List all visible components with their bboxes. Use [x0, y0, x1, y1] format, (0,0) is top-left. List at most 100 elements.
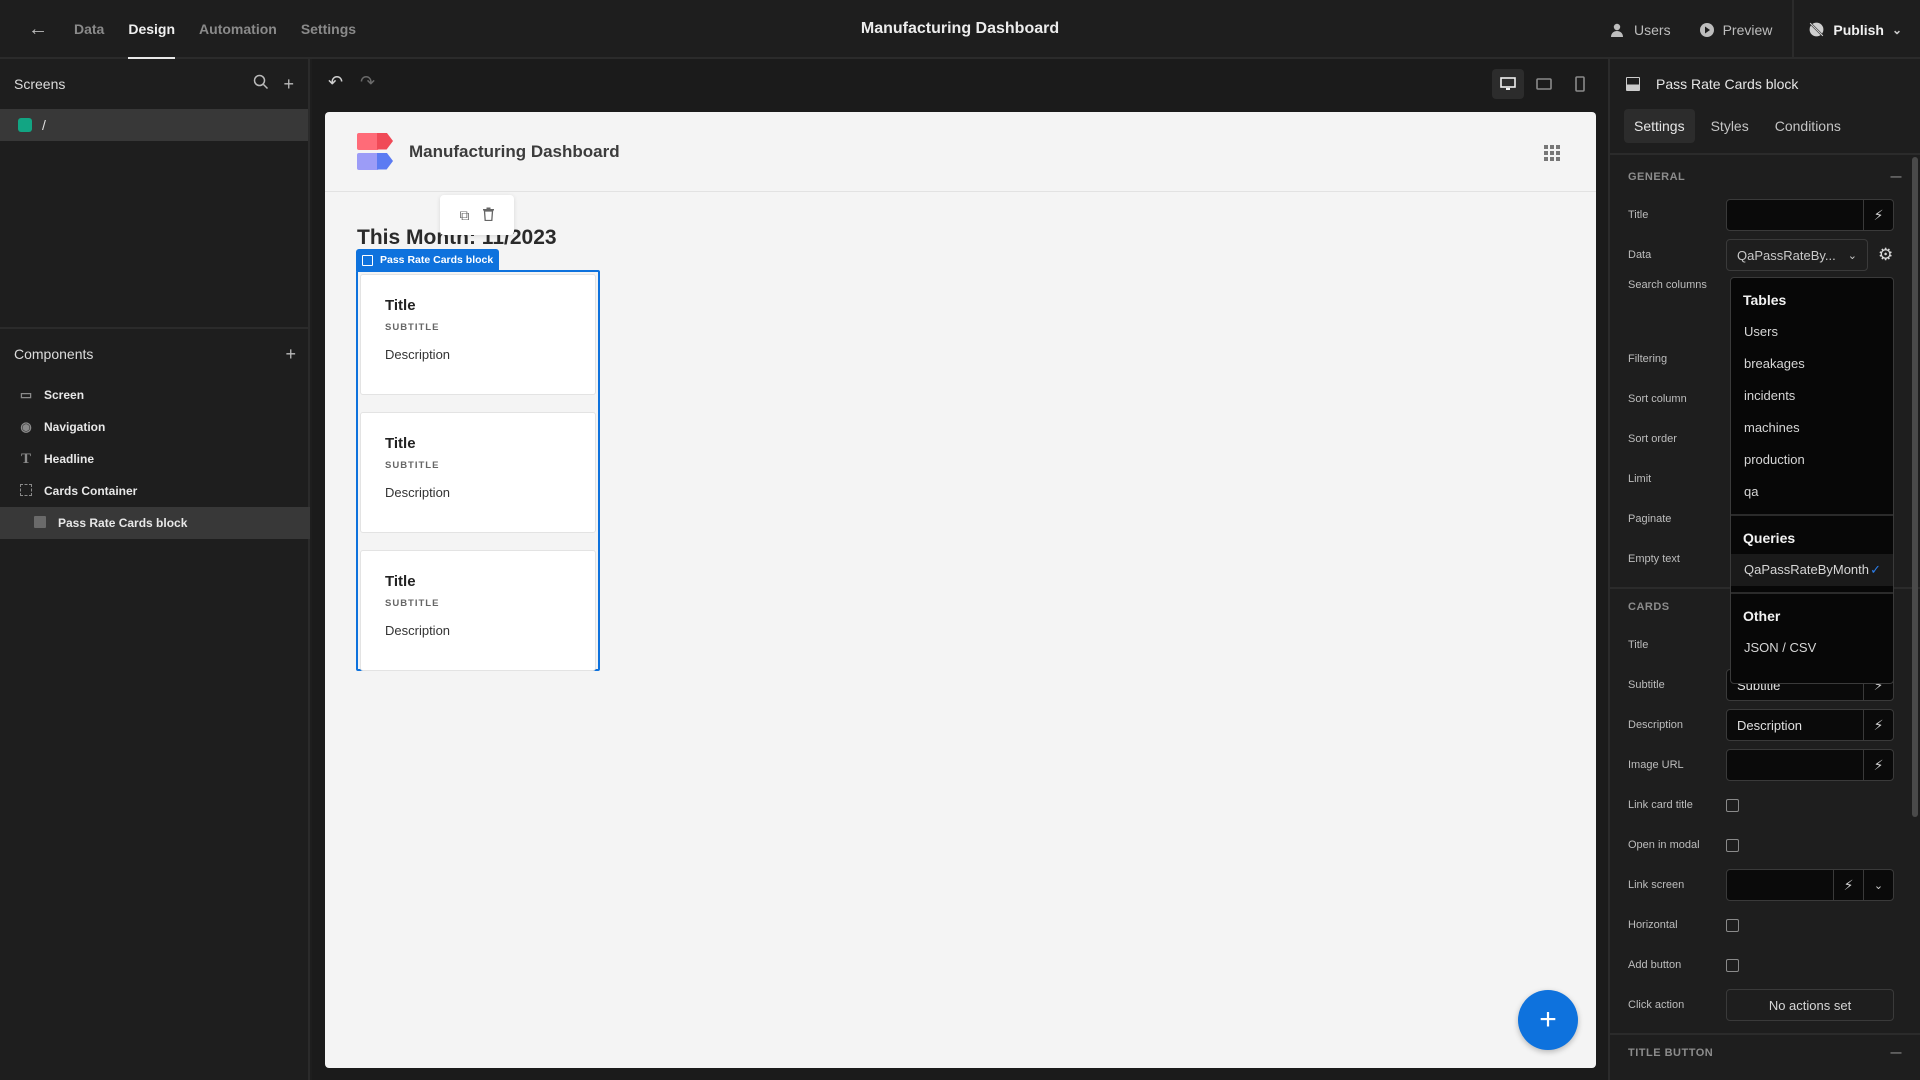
preview-label: Preview [1722, 21, 1773, 38]
card-subtitle: SUBTITLE [385, 460, 440, 471]
collapse-icon[interactable]: — [1891, 1047, 1903, 1059]
add-screen-icon[interactable]: + [283, 74, 294, 95]
title-input[interactable]: ⚡︎ [1726, 199, 1894, 231]
card[interactable]: Title SUBTITLE Description [360, 412, 596, 533]
eye-icon: ◉ [20, 419, 32, 434]
apps-grid-icon[interactable] [1544, 145, 1560, 161]
cards-block-icon [362, 254, 373, 266]
section-title: GENERAL [1628, 171, 1686, 183]
component-label: Pass Rate Cards block [58, 516, 188, 530]
tab-settings-panel[interactable]: Settings [1624, 109, 1695, 143]
component-label: Cards Container [44, 484, 138, 498]
component-label: Headline [44, 452, 95, 466]
users-button[interactable]: Users [1596, 22, 1685, 38]
binding-bolt-icon[interactable]: ⚡︎ [1833, 870, 1863, 900]
desktop-view-button[interactable] [1492, 69, 1524, 99]
device-switcher [1492, 69, 1596, 99]
card-description: Description [385, 347, 451, 362]
card[interactable]: Title SUBTITLE Description [360, 274, 596, 395]
mobile-view-button[interactable] [1564, 69, 1596, 99]
horizontal-setting: Horizontal [1610, 905, 1920, 945]
dropdown-option[interactable]: JSON / CSV [1731, 632, 1893, 664]
option-label: QaPassRateByMonth [1744, 562, 1870, 577]
tab-settings[interactable]: Settings [289, 0, 368, 59]
component-item-cards-container[interactable]: Cards Container [0, 475, 310, 507]
card[interactable]: Title SUBTITLE Description [360, 550, 596, 671]
components-section: Components + ▭ Screen ◉ Navigation T Hea… [0, 329, 310, 539]
component-item-headline[interactable]: T Headline [0, 443, 310, 475]
screen-item[interactable]: / [0, 109, 308, 141]
settings-tabs: Settings Styles Conditions [1610, 109, 1920, 143]
canvas-toolbar: ↶ ↷ [312, 59, 1608, 109]
undo-icon[interactable]: ↶ [328, 72, 343, 93]
general-section-header[interactable]: GENERAL — [1610, 159, 1920, 195]
dropdown-option[interactable]: qa [1731, 476, 1893, 508]
dropdown-option[interactable]: Users [1731, 316, 1893, 348]
publish-off-icon [1809, 22, 1825, 37]
add-component-icon[interactable]: + [285, 344, 296, 365]
dropdown-option[interactable]: breakages [1731, 348, 1893, 380]
chevron-down-icon[interactable]: ⌄ [1863, 870, 1893, 900]
component-label: Screen [44, 388, 85, 402]
component-item-pass-rate-cards-block[interactable]: Pass Rate Cards block [0, 507, 310, 539]
data-setting: Data QaPassRateBy... ⌄ ⚙ [1610, 235, 1920, 275]
add-component-fab[interactable]: + [1518, 990, 1578, 1050]
description-input[interactable]: Description ⚡︎ [1726, 709, 1894, 741]
data-source-select[interactable]: QaPassRateBy... ⌄ [1726, 239, 1868, 271]
pass-rate-cards-block[interactable]: Title SUBTITLE Description Title SUBTITL… [356, 270, 600, 671]
setting-label: Title [1628, 209, 1649, 221]
screen-color-dot [18, 118, 32, 132]
open-in-modal-checkbox[interactable] [1726, 838, 1739, 852]
component-floating-toolbar: ⧉ [440, 195, 514, 235]
dropdown-option[interactable]: incidents [1731, 380, 1893, 412]
tablet-view-button[interactable] [1528, 69, 1560, 99]
screen-icon: ▭ [19, 387, 33, 402]
add-button-checkbox[interactable] [1726, 958, 1739, 972]
divider [1610, 153, 1920, 155]
dropdown-option-selected[interactable]: QaPassRateByMonth ✓ [1731, 554, 1893, 586]
setting-label: Sort column [1628, 393, 1687, 405]
mobile-icon [1575, 76, 1585, 92]
collapse-icon[interactable]: — [1891, 171, 1903, 183]
screens-header: Screens + [0, 59, 308, 109]
tab-data[interactable]: Data [62, 0, 116, 59]
search-icon[interactable] [253, 74, 269, 95]
link-screen-input[interactable]: ⚡︎ ⌄ [1726, 869, 1894, 901]
binding-bolt-icon[interactable]: ⚡︎ [1863, 750, 1893, 780]
tab-design[interactable]: Design [116, 0, 187, 60]
left-panel: Screens + / Components + ▭ Screen ◉ Navi… [0, 59, 310, 1080]
setting-label: Filtering [1628, 353, 1668, 365]
play-circle-icon [1699, 22, 1714, 37]
binding-bolt-icon[interactable]: ⚡︎ [1863, 200, 1893, 230]
component-item-screen[interactable]: ▭ Screen [0, 379, 310, 411]
dropdown-option[interactable]: machines [1731, 412, 1893, 444]
horizontal-checkbox[interactable] [1726, 918, 1739, 932]
click-action-button[interactable]: No actions set [1726, 989, 1894, 1021]
duplicate-icon[interactable]: ⧉ [460, 207, 470, 224]
tab-conditions[interactable]: Conditions [1765, 109, 1851, 143]
component-item-navigation[interactable]: ◉ Navigation [0, 411, 310, 443]
gear-icon[interactable]: ⚙ [1878, 245, 1893, 265]
trash-icon[interactable] [482, 207, 495, 224]
image-url-input[interactable]: ⚡︎ [1726, 749, 1894, 781]
desktop-icon [1500, 77, 1516, 90]
tab-styles[interactable]: Styles [1701, 109, 1759, 143]
back-button[interactable]: ← [28, 18, 50, 40]
redo-icon[interactable]: ↷ [360, 72, 375, 93]
scrollbar[interactable] [1912, 157, 1918, 817]
title-button-section-header[interactable]: TITLE BUTTON — [1610, 1035, 1920, 1071]
app-preview: Manufacturing Dashboard This Month: 11/2… [325, 112, 1596, 1068]
setting-label: Image URL [1628, 759, 1684, 771]
preview-button[interactable]: Preview [1685, 22, 1787, 38]
setting-label: Link screen [1628, 879, 1685, 891]
block-label-text: Pass Rate Cards block [380, 254, 494, 266]
setting-label: Paginate [1628, 513, 1672, 525]
cards-block-icon [1626, 77, 1640, 91]
chevron-down-icon: ⌄ [1891, 22, 1902, 37]
add-button-setting: Add button [1610, 945, 1920, 985]
tab-automation[interactable]: Automation [187, 0, 289, 59]
publish-button[interactable]: Publish ⌄ [1794, 21, 1920, 38]
dropdown-option[interactable]: production [1731, 444, 1893, 476]
link-card-title-checkbox[interactable] [1726, 798, 1739, 812]
binding-bolt-icon[interactable]: ⚡︎ [1863, 710, 1893, 740]
